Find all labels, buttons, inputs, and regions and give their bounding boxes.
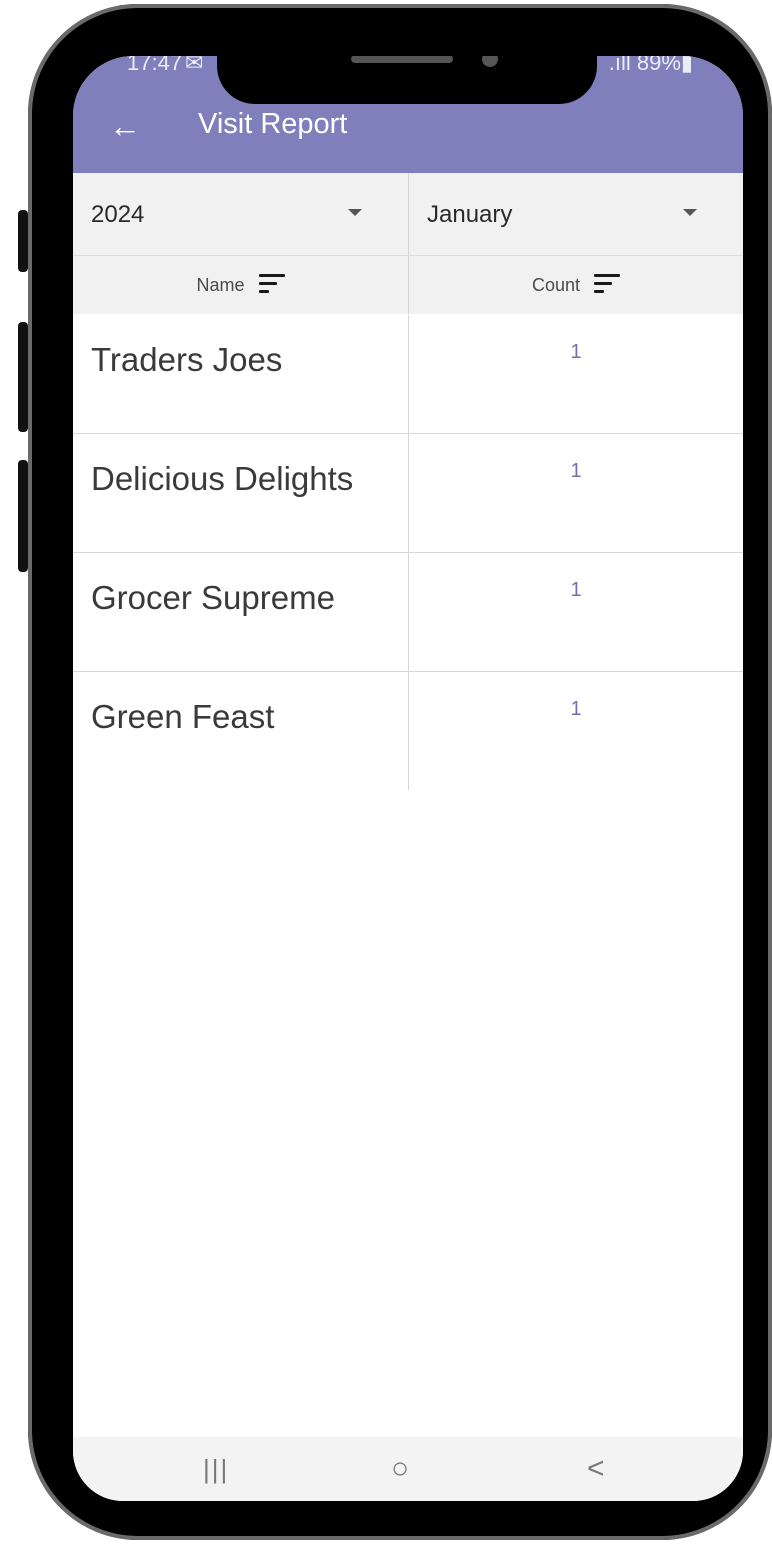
caret-down-icon bbox=[683, 209, 697, 216]
filter-bar: 2024 January bbox=[73, 173, 743, 256]
year-dropdown[interactable]: 2024 bbox=[73, 173, 408, 255]
table-row[interactable]: Traders Joes 1 bbox=[73, 315, 743, 434]
column-header-label: Count bbox=[531, 274, 581, 295]
year-value: 2024 bbox=[91, 201, 145, 228]
column-header-count[interactable]: Count bbox=[408, 256, 743, 314]
caret-down-icon bbox=[348, 209, 362, 216]
back-arrow-icon[interactable]: ← bbox=[109, 108, 141, 144]
app-screen: 17:47 ✉ .ıll 89%▮ ← Visit Report 2024 Ja… bbox=[73, 56, 743, 1501]
mail-icon: ✉ bbox=[185, 56, 204, 75]
camera-icon bbox=[482, 56, 498, 67]
row-count[interactable]: 1 bbox=[408, 434, 743, 552]
page-title: Visit Report bbox=[198, 108, 348, 140]
nav-back-button[interactable]: < bbox=[587, 1451, 605, 1487]
phone-side-button-2 bbox=[18, 322, 28, 432]
row-count[interactable]: 1 bbox=[408, 315, 743, 433]
table-body: Traders Joes 1 Delicious Delights 1 Groc… bbox=[73, 315, 743, 790]
column-header-label: Name bbox=[196, 274, 245, 295]
speaker-grille bbox=[351, 56, 453, 63]
phone-side-button-1 bbox=[18, 210, 28, 272]
table-row[interactable]: Delicious Delights 1 bbox=[73, 434, 743, 553]
home-button[interactable]: ○ bbox=[391, 1451, 409, 1487]
table-header: Name Count bbox=[73, 256, 743, 314]
row-name: Delicious Delights bbox=[91, 460, 354, 497]
month-value: January bbox=[427, 201, 513, 228]
recents-button[interactable]: ||| bbox=[203, 1451, 229, 1487]
app-bar: 17:47 ✉ .ıll 89%▮ ← Visit Report bbox=[73, 56, 743, 173]
column-header-name[interactable]: Name bbox=[73, 256, 408, 314]
month-dropdown[interactable]: January bbox=[408, 173, 743, 255]
sort-icon[interactable] bbox=[594, 274, 621, 296]
battery-signal-indicator: .ıll 89%▮ bbox=[608, 56, 693, 75]
row-name: Grocer Supreme bbox=[91, 579, 335, 616]
row-name: Traders Joes bbox=[91, 341, 283, 378]
phone-side-button-3 bbox=[18, 460, 28, 572]
table-row[interactable]: Grocer Supreme 1 bbox=[73, 553, 743, 672]
row-name: Green Feast bbox=[91, 698, 275, 735]
table-row[interactable]: Green Feast 1 bbox=[73, 672, 743, 790]
phone-notch bbox=[217, 56, 597, 104]
row-count[interactable]: 1 bbox=[408, 672, 743, 790]
row-count[interactable]: 1 bbox=[408, 553, 743, 671]
sort-icon[interactable] bbox=[258, 274, 285, 296]
status-bar-time: 17:47 bbox=[127, 56, 183, 75]
system-nav-bar: ||| ○ < bbox=[73, 1437, 743, 1501]
